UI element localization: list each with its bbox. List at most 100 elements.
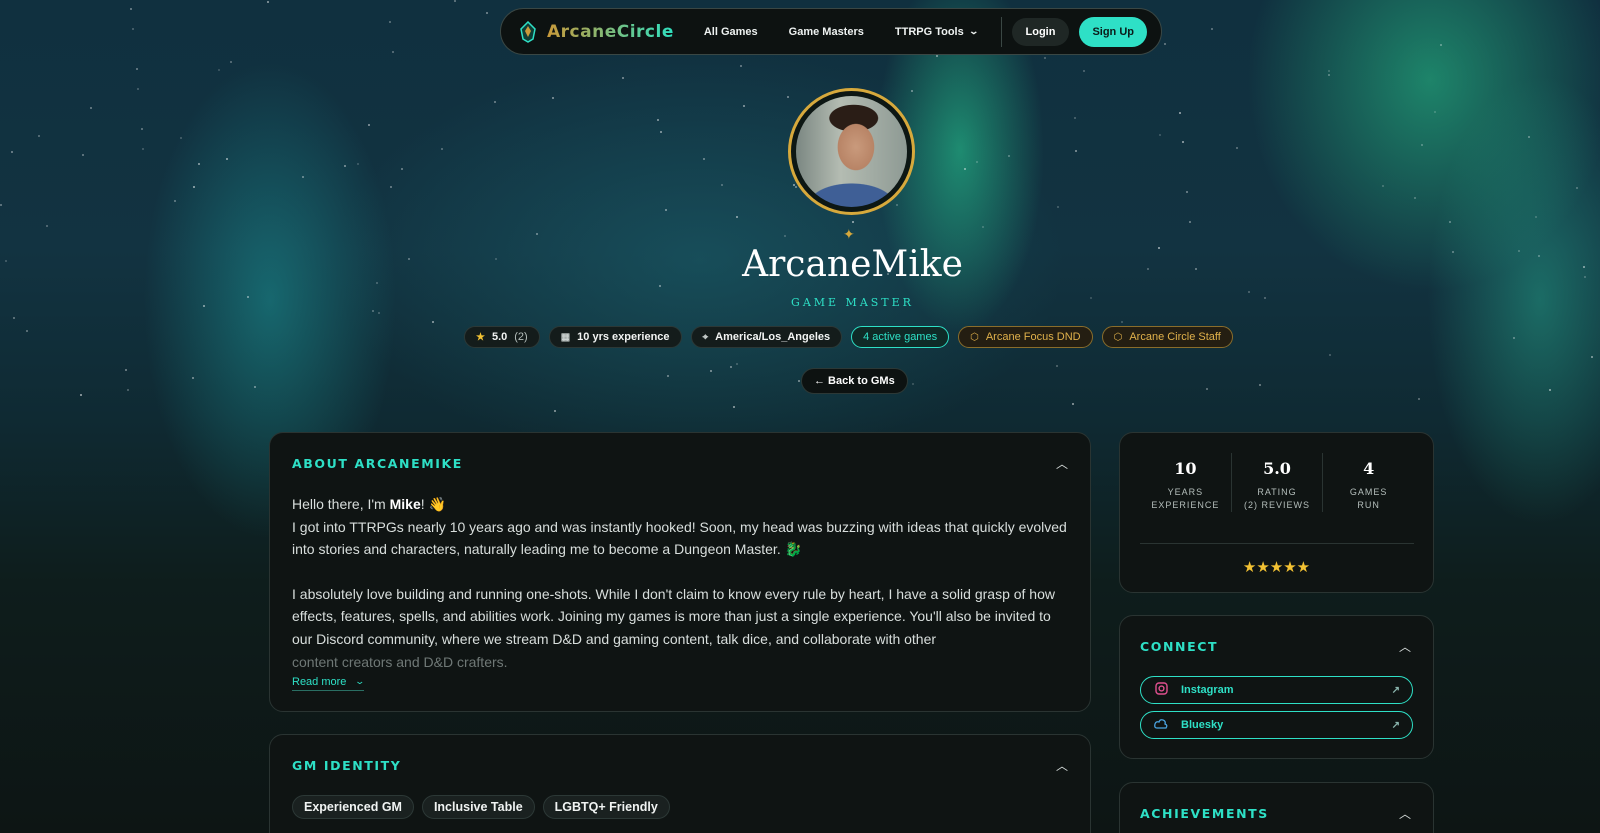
star-dot [390, 186, 392, 188]
identity-tag: LGBTQ+ Friendly [542, 795, 670, 819]
star-dot [665, 209, 667, 211]
greeting-pre: Hello there, I'm [292, 496, 390, 512]
rating-count: (2) [514, 331, 528, 343]
star-dot [1186, 191, 1188, 193]
star-dot [1057, 206, 1059, 208]
star-dot [368, 124, 370, 126]
star-dot [795, 186, 797, 188]
stat-label-line-1: RATING [1257, 487, 1297, 497]
stats-row: 10 YEARS EXPERIENCE 5.0 RATING (2) REVIEWS… [1140, 453, 1414, 512]
star-dot [736, 363, 738, 365]
star-dot [852, 221, 854, 223]
star-dot [1179, 112, 1181, 114]
star-dot [936, 55, 938, 57]
star-dot [721, 184, 723, 186]
star-dot [730, 366, 732, 368]
stat-label: YEARS EXPERIENCE [1140, 486, 1231, 512]
chevron-up-icon[interactable]: ︿ [1056, 757, 1068, 774]
sparkle-icon: ✦ [843, 226, 855, 242]
chevron-up-icon[interactable]: ︿ [1056, 455, 1068, 472]
stat-value: 4 [1363, 459, 1375, 478]
profile-name: ArcaneMike [742, 244, 963, 285]
star-dot [1328, 74, 1330, 76]
star-dot [141, 128, 143, 130]
star-dot [976, 161, 978, 163]
star-dot [1535, 216, 1537, 218]
stat-games: 4 GAMES RUN [1322, 453, 1414, 512]
star-icon: ★ [476, 331, 485, 343]
back-to-gms-button[interactable]: ← Back to GMs [801, 368, 908, 394]
gm-identity-title: GM IDENTITY [292, 758, 402, 773]
star-dot [372, 310, 374, 312]
profile-chips: ★ 5.0 (2) ▦ 10 yrs experience ⌖ America/… [464, 326, 1233, 348]
star-dot [1075, 150, 1077, 152]
about-greeting: Hello there, I'm Mike! 👋 [292, 493, 1072, 516]
active-games-value: 4 active games [863, 331, 938, 343]
stat-label: GAMES RUN [1323, 486, 1414, 512]
star-dot [132, 28, 134, 30]
badge-staff: ⬡ Arcane Circle Staff [1101, 326, 1233, 348]
about-spacer [292, 561, 1072, 583]
star-dot [1159, 134, 1161, 136]
identity-tags: Experienced GM Inclusive Table LGBTQ+ Fr… [292, 795, 670, 819]
star-dot [1418, 398, 1420, 400]
star-dot [964, 168, 966, 170]
star-dot [982, 226, 984, 228]
star-dot [26, 330, 28, 332]
location-chip: ⌖ America/Los_Angeles [690, 326, 843, 348]
badge-staff-label: Arcane Circle Staff [1129, 331, 1221, 343]
stat-label-line-2: RUN [1357, 500, 1380, 510]
nav-link-ttrpg-tools[interactable]: TTRPG Tools ⌄ [894, 25, 979, 38]
stat-value: 5.0 [1263, 459, 1291, 478]
stat-label-line-2: (2) REVIEWS [1244, 500, 1311, 510]
about-paragraph-2-fade: content creators and D&D crafters. [292, 653, 508, 670]
shield-icon: ⬡ [970, 331, 979, 343]
star-dot [911, 90, 913, 92]
star-dot [38, 135, 40, 137]
logo-text: ArcaneCircle [547, 21, 674, 42]
instagram-link[interactable]: Instagram ↗ [1140, 676, 1413, 704]
star-dot [441, 148, 443, 150]
star-dot [432, 321, 434, 323]
star-dot [1549, 389, 1551, 391]
star-dot [743, 105, 745, 107]
star-dot [710, 370, 712, 372]
star-dot [1440, 44, 1442, 46]
star-dot [1056, 365, 1058, 367]
star-dot [344, 165, 346, 167]
achievements-title: ACHIEVEMENTS [1140, 806, 1269, 821]
star-dot [11, 151, 13, 153]
nav-link-all-games[interactable]: All Games [704, 26, 758, 38]
bluesky-link[interactable]: Bluesky ↗ [1140, 711, 1413, 739]
chevron-up-icon[interactable]: ︿ [1399, 638, 1411, 655]
star-dot [267, 1, 269, 3]
star-dot [193, 186, 195, 188]
star-dot [1072, 403, 1074, 405]
star-dot [137, 88, 139, 90]
nav-link-ttrpg-tools-label: TTRPG Tools [894, 25, 964, 38]
login-button[interactable]: Login [1011, 17, 1070, 46]
star-dot [667, 375, 669, 377]
star-dot [1182, 141, 1184, 143]
logo[interactable]: ArcaneCircle [519, 20, 674, 43]
chevron-up-icon[interactable]: ︿ [1399, 805, 1411, 822]
read-more-link[interactable]: Read more ⌄ [292, 676, 365, 691]
star-dot [798, 380, 800, 382]
star-dot [536, 233, 538, 235]
star-dot [254, 386, 256, 388]
about-body: Hello there, I'm Mike! 👋 I got into TTRP… [292, 493, 1072, 673]
signup-button[interactable]: Sign Up [1079, 16, 1147, 47]
star-dot [486, 12, 488, 14]
external-link-icon: ↗ [1391, 719, 1400, 731]
star-dot [136, 68, 138, 70]
star-dot [736, 216, 738, 218]
star-dot [130, 8, 132, 10]
nav-link-game-masters[interactable]: Game Masters [789, 26, 864, 38]
star-dot [733, 406, 735, 408]
star-dot [552, 97, 554, 99]
chevron-down-icon: ⌄ [968, 26, 979, 36]
nav-divider [1000, 16, 1002, 47]
read-more-label: Read more [292, 676, 347, 688]
star-dot [142, 148, 144, 150]
stats-divider [1140, 543, 1414, 544]
